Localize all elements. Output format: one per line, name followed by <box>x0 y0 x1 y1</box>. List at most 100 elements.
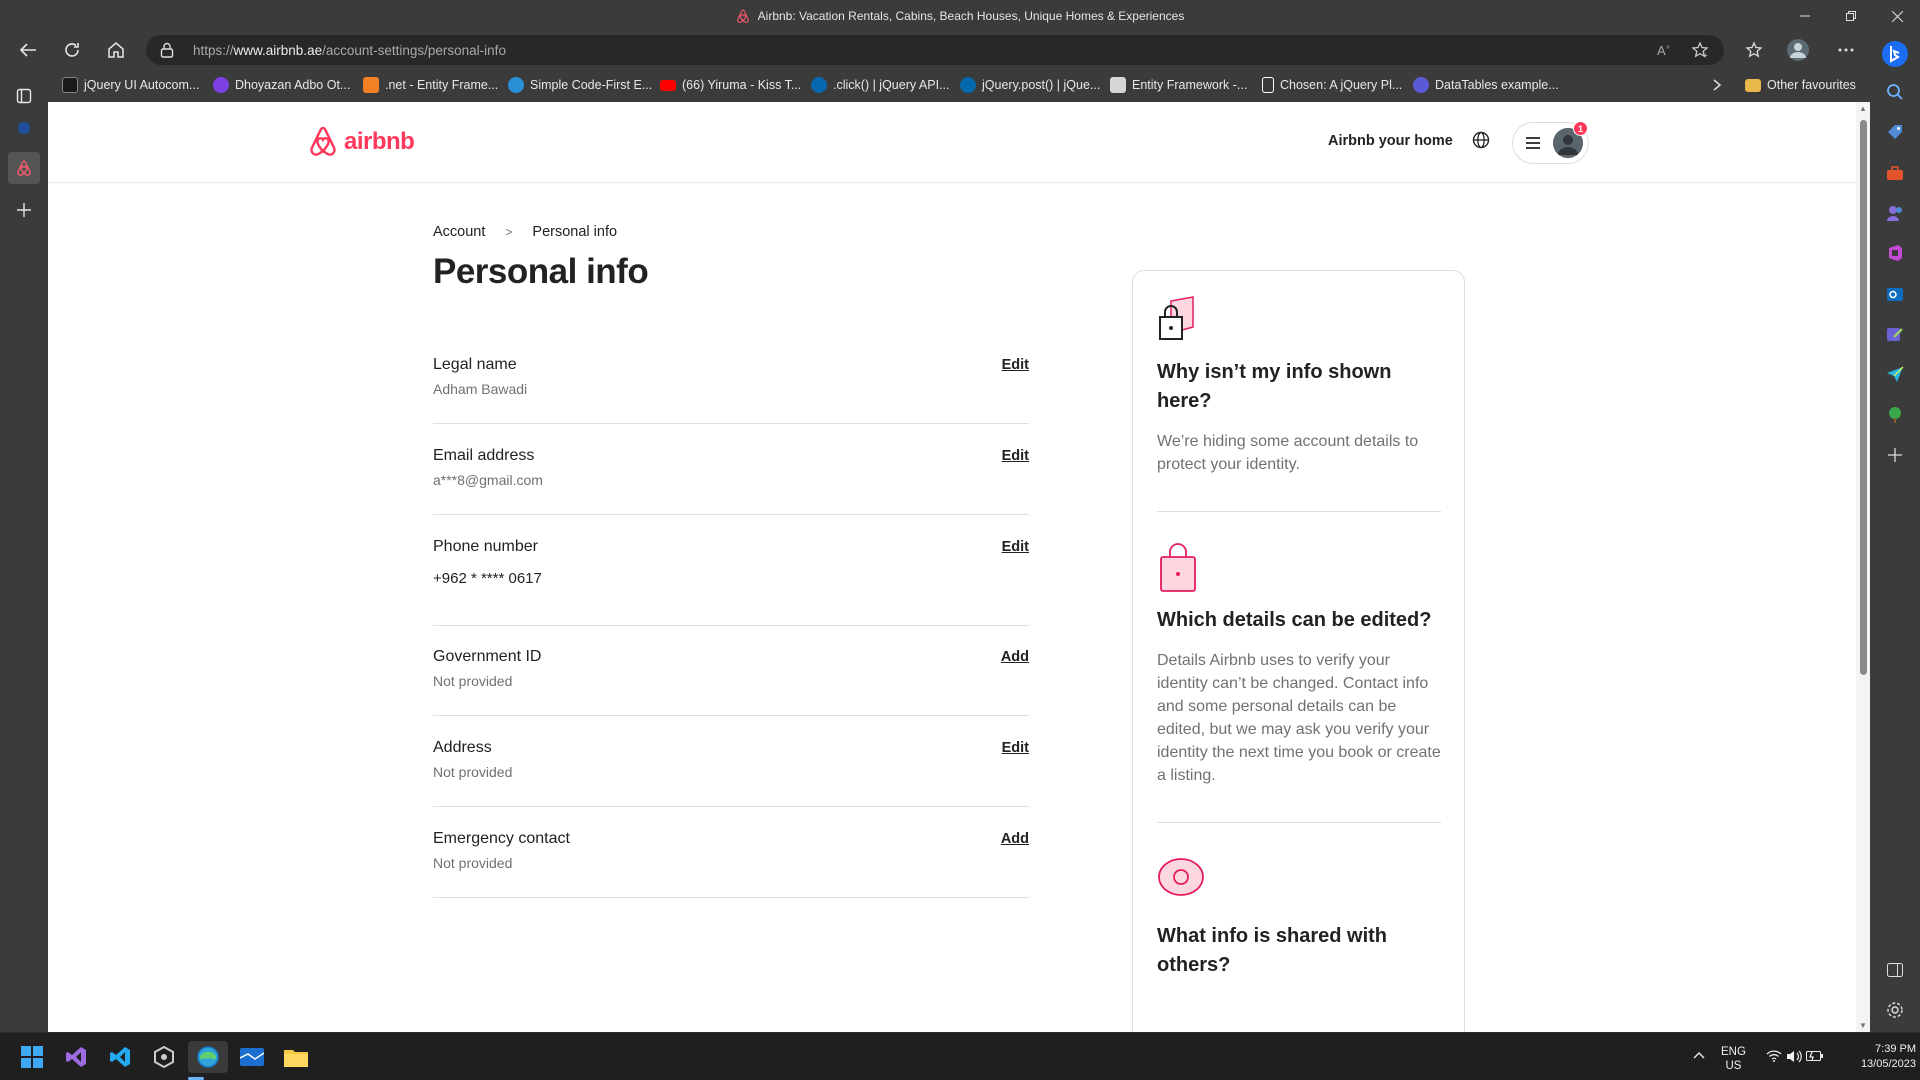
airbnb-header: airbnb Airbnb your home 1 <box>48 102 1856 183</box>
start-button[interactable] <box>12 1041 52 1073</box>
mail-icon <box>240 1048 264 1066</box>
tab-other[interactable] <box>8 112 40 144</box>
edit-address-button[interactable]: Edit <box>1002 740 1029 756</box>
refresh-button[interactable] <box>56 34 88 66</box>
info-row-legal-name: Legal name Adham Bawadi Edit <box>433 356 1029 424</box>
sidebar-tools-button[interactable] <box>1883 161 1907 185</box>
card-body: We’re hiding some account details to pro… <box>1157 433 1419 473</box>
new-tab-button[interactable] <box>8 194 40 226</box>
favourites-star-icon <box>1745 41 1763 58</box>
edit-email-button[interactable]: Edit <box>1002 448 1029 464</box>
hexagon-app-icon <box>154 1046 174 1068</box>
card-divider <box>1157 822 1441 823</box>
scroll-up-icon[interactable]: ▲ <box>1859 104 1867 113</box>
airbnb-favicon-icon <box>736 8 749 23</box>
sidebar-add-button[interactable] <box>1883 443 1907 467</box>
bookmark-favicon-icon <box>1413 77 1429 93</box>
taskbar-mail[interactable] <box>232 1041 272 1073</box>
eye-icon <box>1158 858 1204 896</box>
airbnb-logo[interactable]: airbnb <box>308 126 415 158</box>
toolbox-icon <box>1887 166 1903 180</box>
sidebar-people-button[interactable] <box>1883 201 1907 225</box>
taskbar-vscode[interactable] <box>100 1041 140 1073</box>
bookmark-item[interactable]: Simple Code-First E... <box>508 68 652 102</box>
info-row-government-id: Government ID Not provided Add <box>433 648 1029 716</box>
address-bar[interactable]: https://www.airbnb.ae/account-settings/p… <box>146 35 1724 65</box>
scroll-down-icon[interactable]: ▼ <box>1859 1021 1867 1030</box>
youtube-icon <box>660 79 676 91</box>
restore-button[interactable] <box>1828 0 1874 32</box>
volume-icon[interactable] <box>1786 1050 1802 1063</box>
other-favourites[interactable]: Other favourites <box>1745 68 1856 102</box>
sidebar-outlook-button[interactable] <box>1883 282 1907 306</box>
sidebar-drop-button[interactable] <box>1883 322 1907 346</box>
page-scrollbar[interactable]: ▲ ▼ <box>1856 102 1870 1032</box>
row-value: a***8@gmail.com <box>433 472 543 488</box>
tab-airbnb[interactable] <box>8 152 40 184</box>
bookmark-item[interactable]: Dhoyazan Adbo Ot... <box>213 68 350 102</box>
bookmark-favicon-icon <box>1110 77 1126 93</box>
plus-icon <box>1888 448 1902 462</box>
user-menu-button[interactable]: 1 <box>1512 121 1589 164</box>
bookmark-item[interactable]: Entity Framework -... <box>1110 68 1247 102</box>
sidebar-shopping-button[interactable] <box>1883 120 1907 144</box>
card-section-why-hidden: Why isn’t my info shown here? We’re hidi… <box>1157 295 1441 476</box>
sidebar-search-button[interactable] <box>1883 80 1907 104</box>
favourites-button[interactable] <box>1738 34 1770 66</box>
sidebar-settings-button[interactable] <box>1883 998 1907 1022</box>
sidebar-games-button[interactable] <box>1883 403 1907 427</box>
sidebar-send-button[interactable] <box>1883 362 1907 386</box>
shopping-tag-icon <box>1888 125 1902 139</box>
back-arrow-icon <box>19 43 36 57</box>
bookmark-item[interactable]: DataTables example... <box>1413 68 1559 102</box>
close-window-button[interactable] <box>1874 0 1920 32</box>
bookmarks-overflow-button[interactable] <box>1712 68 1722 102</box>
taskbar-file-explorer[interactable] <box>276 1041 316 1073</box>
scrollbar-thumb[interactable] <box>1860 120 1867 675</box>
airbnb-your-home-link[interactable]: Airbnb your home <box>1328 133 1453 149</box>
tree-icon <box>1889 407 1901 423</box>
wifi-icon[interactable] <box>1766 1050 1782 1062</box>
language-button[interactable] <box>1472 131 1490 154</box>
sidebar-hide-button[interactable] <box>1883 958 1907 982</box>
bookmark-item[interactable]: Chosen: A jQuery Pl... <box>1262 68 1402 102</box>
taskbar-edge[interactable] <box>188 1041 228 1073</box>
home-button[interactable] <box>100 34 132 66</box>
lock-icon <box>1159 296 1194 340</box>
window-title: Airbnb: Vacation Rentals, Cabins, Beach … <box>757 9 1185 23</box>
add-government-id-button[interactable]: Add <box>1001 649 1029 665</box>
taskbar-app[interactable] <box>144 1041 184 1073</box>
bookmark-item[interactable]: jQuery UI Autocom... <box>62 68 199 102</box>
bookmark-favicon-icon <box>62 77 78 93</box>
breadcrumb-account[interactable]: Account <box>433 224 485 240</box>
clock[interactable]: 7:39 PM 13/05/2023 <box>1836 1042 1916 1072</box>
tab-actions-button[interactable] <box>8 80 40 112</box>
bookmark-item[interactable]: jQuery.post() | jQue... <box>960 68 1100 102</box>
tab-actions-icon <box>16 88 32 104</box>
bookmark-favicon-icon <box>213 77 229 93</box>
read-aloud-icon[interactable]: A» <box>1656 41 1674 59</box>
battery-icon[interactable] <box>1806 1050 1824 1062</box>
vertical-tab-strip <box>0 68 48 1032</box>
bookmark-item[interactable]: (66) Yiruma - Kiss T... <box>660 68 801 102</box>
edit-phone-button[interactable]: Edit <box>1002 539 1029 555</box>
sidebar-office-button[interactable] <box>1883 241 1907 265</box>
add-emergency-contact-button[interactable]: Add <box>1001 831 1029 847</box>
language-indicator[interactable]: ENG US <box>1721 1045 1746 1073</box>
bing-chat-button[interactable] <box>1879 38 1911 70</box>
add-favourite-icon[interactable]: + <box>1691 41 1709 59</box>
minimize-button[interactable] <box>1782 0 1828 32</box>
back-button[interactable] <box>12 34 44 66</box>
bookmark-item[interactable]: .net - Entity Frame... <box>363 68 498 102</box>
bookmark-item[interactable]: .click() | jQuery API... <box>811 68 949 102</box>
lock-icon <box>160 42 174 58</box>
more-dots-icon <box>1838 48 1854 52</box>
svg-text:»: » <box>1666 44 1670 51</box>
taskbar-visual-studio[interactable] <box>56 1041 96 1073</box>
settings-more-button[interactable] <box>1830 34 1862 66</box>
bag-icon <box>1160 543 1196 592</box>
profile-button[interactable] <box>1782 34 1814 66</box>
chevron-up-icon[interactable] <box>1693 1051 1705 1059</box>
edit-legal-name-button[interactable]: Edit <box>1002 357 1029 373</box>
system-tray: ENG US 7:39 PM 13/05/2023 <box>1684 1033 1920 1080</box>
